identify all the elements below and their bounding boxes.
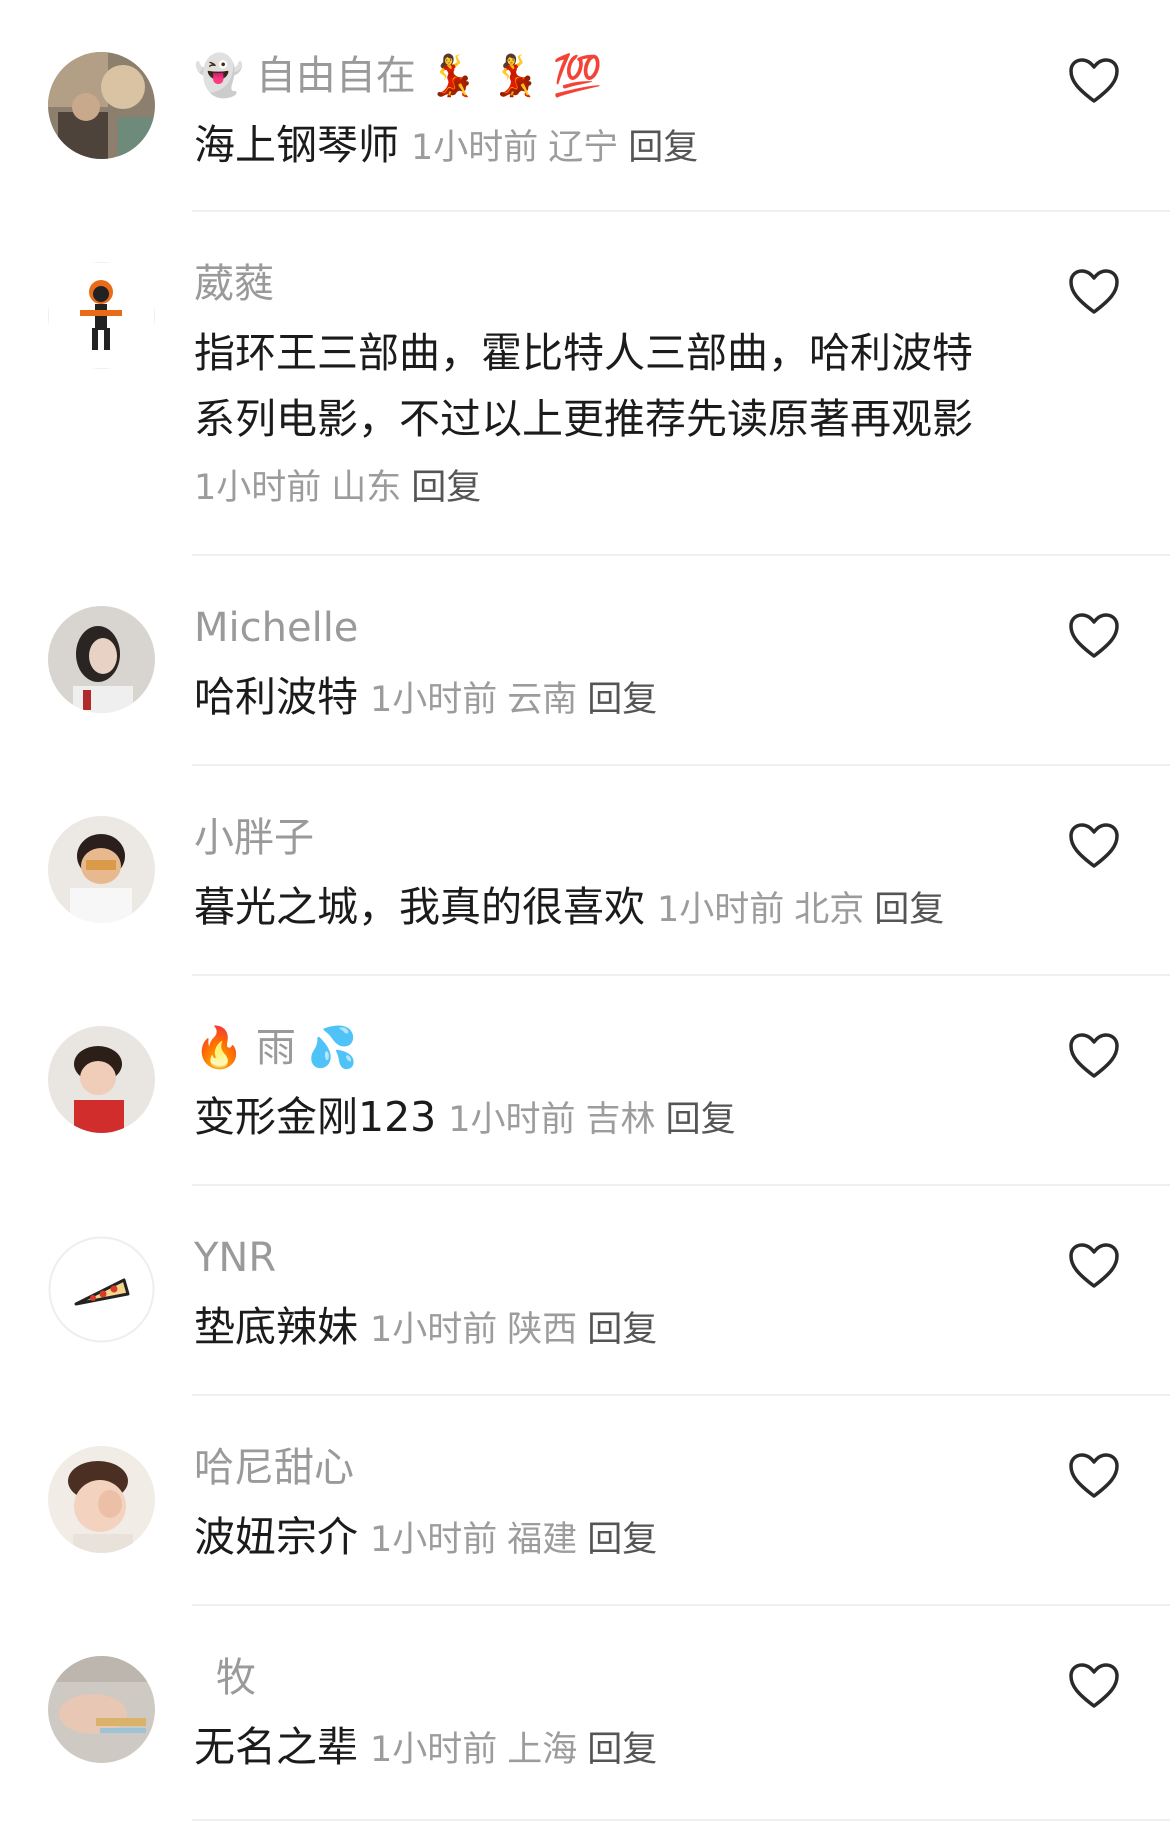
comment-meta: 1小时前 陕西 回复	[370, 1310, 657, 1350]
user-avatar[interactable]	[48, 816, 155, 923]
comment-region: 福建	[507, 1520, 578, 1560]
comment-region: 吉林	[585, 1100, 656, 1140]
user-avatar[interactable]	[48, 52, 155, 159]
user-avatar[interactable]	[48, 1236, 155, 1343]
comment-text: 无名之辈	[194, 1723, 358, 1771]
comment-text: 哈利波特	[194, 673, 358, 721]
comment-header: 哈尼甜心	[194, 1440, 1000, 1496]
nickname[interactable]: 哈尼甜心	[194, 1440, 354, 1496]
comment-meta: 1小时前 辽宁 回复	[411, 128, 698, 168]
heart-outline-icon[interactable]	[1068, 1242, 1120, 1290]
reply-button[interactable]: 回复	[587, 1310, 657, 1350]
dancer-emoji: 💃 💃 💯	[427, 53, 603, 99]
comment-body[interactable]: 波妞宗介 1小时前 福建 回复	[194, 1504, 1000, 1573]
comment-text: 海上钢琴师	[194, 121, 399, 169]
comment-meta: 1小时前 云南 回复	[370, 680, 657, 720]
comment-region: 山东	[331, 468, 402, 508]
user-avatar[interactable]	[48, 1446, 155, 1553]
reply-button[interactable]: 回复	[587, 680, 657, 720]
heart-outline-icon[interactable]	[1068, 268, 1120, 316]
comment-region: 辽宁	[548, 128, 619, 168]
comment-body[interactable]: 指环王三部曲，霍比特人三部曲，哈利波特系列电影，不过以上更推荐先读原著再观影 1小…	[194, 320, 1000, 521]
comment-item: 小胖子 暮光之城，我真的很喜欢 1小时前 北京 回复	[0, 766, 1170, 976]
comment-header: 小胖子	[194, 810, 1000, 866]
nickname[interactable]: 葳蕤	[194, 256, 274, 312]
comment-meta: 1小时前 山东 回复	[194, 468, 481, 508]
comment-text: 波妞宗介	[194, 1513, 358, 1561]
comment-body[interactable]: 垫底辣妹 1小时前 陕西 回复	[194, 1294, 1000, 1363]
nickname[interactable]: 雨	[256, 1020, 296, 1076]
comment-header: YNR	[194, 1230, 1000, 1286]
user-avatar[interactable]	[48, 1026, 155, 1133]
reply-button[interactable]: 回复	[666, 1100, 736, 1140]
heart-outline-icon[interactable]	[1068, 822, 1120, 870]
reply-button[interactable]: 回复	[874, 890, 944, 930]
comment-header: Michelle	[194, 600, 1000, 656]
fire-emoji: 🔥	[194, 1025, 244, 1071]
comment-item: 葳蕤 指环王三部曲，霍比特人三部曲，哈利波特系列电影，不过以上更推荐先读原著再观…	[0, 212, 1170, 556]
heart-outline-icon[interactable]	[1068, 1662, 1120, 1710]
comment-item: 牧 无名之辈 1小时前 上海 回复	[0, 1606, 1170, 1821]
heart-outline-icon[interactable]	[1068, 57, 1120, 105]
heart-outline-icon[interactable]	[1068, 1032, 1120, 1080]
comment-time: 1小时前	[657, 890, 785, 930]
heart-outline-icon[interactable]	[1068, 612, 1120, 660]
comment-time: 1小时前	[370, 1520, 498, 1560]
comment-meta: 1小时前 吉林 回复	[448, 1100, 735, 1140]
comment-time: 1小时前	[370, 1310, 498, 1350]
comment-text: 垫底辣妹	[194, 1303, 358, 1351]
comment-body[interactable]: 哈利波特 1小时前 云南 回复	[194, 664, 1000, 733]
nickname[interactable]: 牧	[216, 1650, 256, 1706]
comment-item: 👻 自由自在 💃 💃 💯 海上钢琴师 1小时前 辽宁 回复	[0, 0, 1170, 212]
reply-button[interactable]: 回复	[411, 468, 481, 508]
comment-region: 北京	[794, 890, 865, 930]
comment-region: 陕西	[507, 1310, 578, 1350]
reply-button[interactable]: 回复	[587, 1520, 657, 1560]
comment-meta: 1小时前 北京 回复	[657, 890, 944, 930]
comment-text: 变形金刚123	[194, 1093, 437, 1141]
comment-time: 1小时前	[370, 1730, 498, 1770]
comment-time: 1小时前	[194, 468, 322, 508]
ghost-emoji: 👻	[194, 53, 244, 99]
comment-region: 上海	[507, 1730, 578, 1770]
comment-text: 指环王三部曲，霍比特人三部曲，哈利波特系列电影，不过以上更推荐先读原著再观影	[194, 329, 973, 443]
comment-body[interactable]: 变形金刚123 1小时前 吉林 回复	[194, 1084, 1000, 1153]
heart-outline-icon[interactable]	[1068, 1452, 1120, 1500]
comment-item: YNR 垫底辣妹 1小时前 陕西 回复	[0, 1186, 1170, 1396]
user-avatar[interactable]	[48, 1656, 155, 1763]
user-avatar[interactable]	[48, 606, 155, 713]
comment-body[interactable]: 海上钢琴师 1小时前 辽宁 回复	[194, 112, 1000, 181]
nickname[interactable]: 自由自在	[256, 48, 416, 104]
comment-time: 1小时前	[448, 1100, 576, 1140]
nickname[interactable]: YNR	[194, 1230, 276, 1286]
comment-header: 葳蕤	[194, 256, 1000, 312]
comment-body[interactable]: 暮光之城，我真的很喜欢 1小时前 北京 回复	[194, 874, 1000, 943]
nickname[interactable]: Michelle	[194, 600, 358, 656]
comment-region: 云南	[507, 680, 578, 720]
comment-text: 暮光之城，我真的很喜欢	[194, 883, 645, 931]
comment-time: 1小时前	[411, 128, 539, 168]
comment-list: 👻 自由自在 💃 💃 💯 海上钢琴师 1小时前 辽宁 回复 葳蕤 指环王三部曲，…	[0, 0, 1170, 1821]
comment-meta: 1小时前 上海 回复	[370, 1730, 657, 1770]
comment-item: 哈尼甜心 波妞宗介 1小时前 福建 回复	[0, 1396, 1170, 1606]
comment-meta: 1小时前 福建 回复	[370, 1520, 657, 1560]
comment-item: 🔥 雨 💦 变形金刚123 1小时前 吉林 回复	[0, 976, 1170, 1186]
comment-item: Michelle 哈利波特 1小时前 云南 回复	[0, 556, 1170, 766]
nickname[interactable]: 小胖子	[194, 810, 314, 866]
reply-button[interactable]: 回复	[587, 1730, 657, 1770]
comment-header: 牧	[194, 1650, 1000, 1706]
comment-body[interactable]: 无名之辈 1小时前 上海 回复	[194, 1714, 1000, 1783]
user-avatar[interactable]	[48, 262, 155, 369]
sweat-droplets-emoji: 💦	[307, 1025, 358, 1071]
reply-button[interactable]: 回复	[628, 128, 698, 168]
comment-header: 🔥 雨 💦	[194, 1020, 1000, 1076]
comment-header: 👻 自由自在 💃 💃 💯	[194, 48, 1000, 104]
comment-time: 1小时前	[370, 680, 498, 720]
